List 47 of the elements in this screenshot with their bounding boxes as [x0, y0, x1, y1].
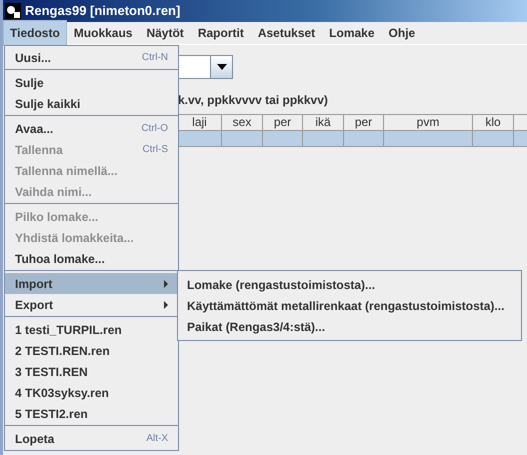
app-icon — [5, 3, 21, 19]
column-header[interactable]: pvm — [384, 114, 473, 131]
shortcut-label: Ctrl-O — [141, 122, 168, 136]
submenu-arrow-icon — [164, 280, 168, 288]
caret-icon — [216, 64, 226, 70]
menu-item[interactable]: Tuhoa lomake... — [5, 248, 178, 269]
menu-item[interactable]: Paikat (Rengas3/4:stä)... — [178, 316, 521, 337]
menu-item[interactable]: Sulje kaikki — [5, 93, 178, 114]
menu-item[interactable]: Avaa... Ctrl-O — [5, 118, 178, 139]
menu-item[interactable]: Import — [5, 273, 178, 294]
column-header[interactable]: klo — [473, 114, 514, 131]
column-header[interactable]: laji — [178, 114, 222, 131]
menu-item[interactable]: Uusi... Ctrl-N — [5, 47, 178, 68]
dropdown-field[interactable] — [178, 55, 233, 79]
date-format-label: k.vv, ppkkvvvv tai ppkkvv) — [178, 92, 329, 109]
menu-item[interactable]: 1 testi_TURPIL.ren — [5, 319, 178, 340]
table-cell — [303, 131, 344, 147]
menu-item[interactable]: Näytöt — [139, 20, 191, 46]
shortcut-label: Ctrl-N — [142, 51, 168, 65]
table-cell — [473, 131, 514, 147]
menu-item[interactable]: Export — [5, 294, 178, 315]
shortcut-label: Ctrl-S — [142, 143, 168, 157]
menu-item[interactable]: 3 TESTI.REN — [5, 361, 178, 382]
table-cell — [344, 131, 384, 147]
column-header[interactable]: per — [344, 114, 384, 131]
menu-item[interactable]: Käyttämättömät metallirenkaat (rengastustoimistosta)... — [178, 295, 521, 316]
menu-item[interactable]: Sulje — [5, 72, 178, 93]
column-header[interactable]: sex — [222, 114, 263, 131]
submenu-arrow-icon — [164, 300, 168, 308]
window-title: Rengas99 [nimeton0.ren] — [25, 2, 180, 20]
menu-item[interactable]: Asetukset — [250, 20, 322, 46]
menu-item[interactable]: Lopeta Alt-X — [5, 428, 178, 449]
menu-item[interactable]: 5 TESTI2.ren — [5, 403, 178, 424]
menu-item[interactable]: Lomake (rengastustoimistosta)... — [178, 274, 521, 295]
dropdown-button[interactable] — [210, 56, 232, 78]
menu-item[interactable]: 4 TK03syksy.ren — [5, 382, 178, 403]
column-header[interactable]: ikä — [303, 114, 344, 131]
menu-item[interactable]: Lomake — [322, 20, 382, 46]
menu-item[interactable]: Tiedosto — [3, 20, 67, 46]
column-header[interactable]: per — [263, 114, 303, 131]
menu-item[interactable]: Raportit — [190, 20, 251, 46]
menu-item[interactable]: Ohje — [382, 20, 422, 46]
shortcut-label: Alt-X — [146, 432, 168, 446]
menu-item[interactable]: Muokkaus — [66, 20, 140, 46]
table-cell — [222, 131, 263, 147]
table-cell — [263, 131, 303, 147]
menu-item[interactable]: 2 TESTI.REN.ren — [5, 340, 178, 361]
